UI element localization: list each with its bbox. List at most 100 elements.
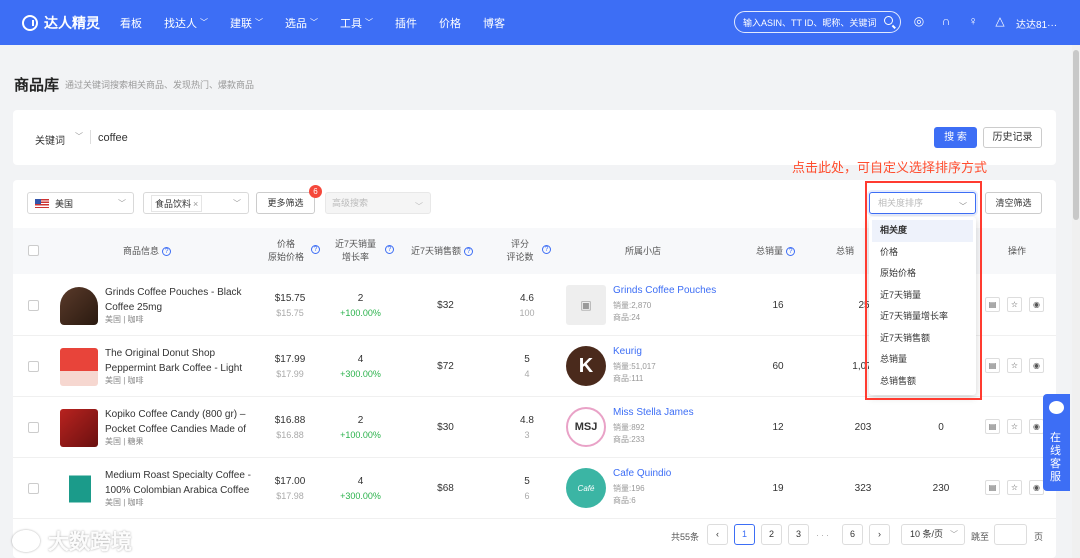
bell-icon[interactable]: △	[994, 15, 1006, 27]
country-select[interactable]: 美国 ﹀	[27, 192, 134, 214]
original-price: $15.75	[276, 308, 304, 318]
header-label: 商品信息	[123, 246, 160, 256]
menu-item-find-creators[interactable]: 找达人 ﹀	[164, 15, 208, 31]
header-rating[interactable]: 评分 评论数	[503, 238, 537, 264]
help-icon[interactable]: ?	[311, 245, 320, 254]
help-icon[interactable]: ?	[385, 245, 394, 254]
keyword-type-select[interactable]: 关键词	[35, 132, 65, 147]
help-icon[interactable]: ?	[162, 247, 172, 257]
menu-label: 选品	[285, 17, 307, 30]
keyword-input[interactable]: coffee	[98, 132, 128, 144]
revenue7: $72	[437, 361, 454, 372]
product-name[interactable]: The Original Donut Shop Peppermint Bark …	[105, 346, 255, 376]
header-total-revenue[interactable]: 总销	[836, 245, 854, 258]
search-icon[interactable]	[884, 16, 893, 25]
star-icon[interactable]: ☆	[1007, 297, 1022, 312]
clear-filters-button[interactable]: 清空筛选	[985, 192, 1042, 214]
store-logo[interactable]: MSJ	[566, 407, 606, 447]
eye-icon[interactable]: ◉	[1029, 297, 1044, 312]
product-category: 美国 | 咖啡	[105, 315, 144, 324]
search-button[interactable]: 搜 索	[934, 127, 977, 148]
detail-icon[interactable]: ▤	[985, 419, 1000, 434]
select-all-checkbox[interactable]	[28, 245, 39, 256]
menu-item-plugin[interactable]: 插件	[395, 15, 417, 31]
product-image[interactable]	[69, 470, 91, 508]
scrollbar-thumb[interactable]	[1073, 50, 1079, 220]
growth-rate: +100.00%	[340, 430, 381, 440]
product-name[interactable]: Medium Roast Specialty Coffee - 100% Col…	[105, 468, 255, 498]
star-icon[interactable]: ☆	[1007, 480, 1022, 495]
row-checkbox[interactable]	[28, 361, 39, 372]
close-icon[interactable]: ×	[193, 199, 198, 209]
eye-icon[interactable]: ◉	[1029, 419, 1044, 434]
category-select[interactable]: 食品饮料 × ﹀	[143, 192, 249, 214]
revenue7: $30	[437, 422, 454, 433]
menu-item-tools[interactable]: 工具 ﹀	[340, 15, 373, 31]
menu-item-dashboard[interactable]: 看板	[120, 15, 142, 31]
advanced-search-select[interactable]: 高级搜索 ﹀	[325, 192, 431, 214]
star-icon[interactable]: ☆	[1007, 358, 1022, 373]
detail-icon[interactable]: ▤	[985, 480, 1000, 495]
more-filters-button[interactable]: 更多筛选	[256, 192, 315, 214]
detail-icon[interactable]: ▤	[985, 297, 1000, 312]
row-checkbox[interactable]	[28, 300, 39, 311]
product-image[interactable]	[60, 287, 98, 325]
store-products: 商品:111	[613, 374, 644, 383]
user-menu[interactable]: 达达81···	[1016, 16, 1057, 31]
rating-cell: 54	[508, 352, 546, 382]
growth-rate: +300.00%	[340, 491, 381, 501]
headset-icon[interactable]: ∩	[940, 15, 952, 27]
watermark: 大数跨境	[12, 526, 132, 556]
menu-item-pricing[interactable]: 价格	[439, 15, 461, 31]
rating-cell: 56	[508, 474, 546, 504]
header-sales7[interactable]: 近7天销量 增长率	[328, 238, 383, 264]
next-page-button[interactable]: ›	[869, 524, 890, 545]
original-price: $17.99	[276, 369, 304, 379]
header-total-sales[interactable]: 总销量?	[756, 245, 796, 258]
store-logo[interactable]: K	[566, 346, 606, 386]
eye-icon[interactable]: ◉	[1029, 480, 1044, 495]
sales7: 2	[357, 415, 364, 426]
help-icon[interactable]: ?	[786, 247, 796, 257]
store-name[interactable]: Keurig	[613, 346, 642, 357]
history-button[interactable]: 历史记录	[983, 127, 1042, 148]
table-row[interactable]: Kopiko Coffee Candy (800 gr) – Pocket Co…	[13, 397, 1056, 458]
globe-icon[interactable]: ◎	[913, 15, 925, 27]
star-icon[interactable]: ☆	[1007, 419, 1022, 434]
original-price: $17.98	[276, 491, 304, 501]
chevron-down-icon[interactable]: ﹀	[75, 131, 83, 142]
page-button[interactable]: 2	[761, 524, 782, 545]
store-name[interactable]: Miss Stella James	[613, 407, 694, 418]
detail-icon[interactable]: ▤	[985, 358, 1000, 373]
header-revenue7[interactable]: 近7天销售额?	[411, 245, 474, 258]
store-logo[interactable]: Café	[566, 468, 606, 508]
table-row[interactable]: Medium Roast Specialty Coffee - 100% Col…	[13, 458, 1056, 519]
page-button[interactable]: 1	[734, 524, 755, 545]
header-price[interactable]: 价格 原始价格	[261, 238, 311, 264]
product-name[interactable]: Grinds Coffee Pouches - Black Coffee 25m…	[105, 285, 255, 315]
product-image[interactable]	[60, 409, 98, 447]
row-checkbox[interactable]	[28, 422, 39, 433]
store-name[interactable]: Cafe Quindio	[613, 468, 671, 479]
menu-item-blog[interactable]: 博客	[483, 15, 505, 31]
lightbulb-icon[interactable]: ♀	[967, 15, 979, 27]
global-search-input[interactable]: 输入ASIN、TT ID、昵称、关键词	[734, 11, 901, 33]
page-button[interactable]: 6	[842, 524, 863, 545]
menu-item-outreach[interactable]: 建联 ﹀	[230, 15, 263, 31]
product-image[interactable]	[60, 348, 98, 386]
help-icon[interactable]: ?	[464, 247, 474, 257]
prev-page-button[interactable]: ‹	[707, 524, 728, 545]
logo[interactable]: 达人精灵	[22, 13, 100, 33]
page-size-select[interactable]: 10 条/页 ﹀	[901, 524, 965, 545]
help-icon[interactable]: ?	[542, 245, 551, 254]
store-name[interactable]: Grinds Coffee Pouches	[613, 285, 716, 296]
online-support-button[interactable]: 在线客服	[1043, 394, 1070, 491]
page-button[interactable]: 3	[788, 524, 809, 545]
product-name[interactable]: Kopiko Coffee Candy (800 gr) – Pocket Co…	[105, 407, 255, 437]
row-checkbox[interactable]	[28, 483, 39, 494]
menu-item-products[interactable]: 选品 ﹀	[285, 15, 318, 31]
growth-rate: +300.00%	[340, 369, 381, 379]
eye-icon[interactable]: ◉	[1029, 358, 1044, 373]
pagination-ellipsis[interactable]: ···	[816, 530, 831, 540]
jump-page-input[interactable]	[994, 524, 1027, 545]
